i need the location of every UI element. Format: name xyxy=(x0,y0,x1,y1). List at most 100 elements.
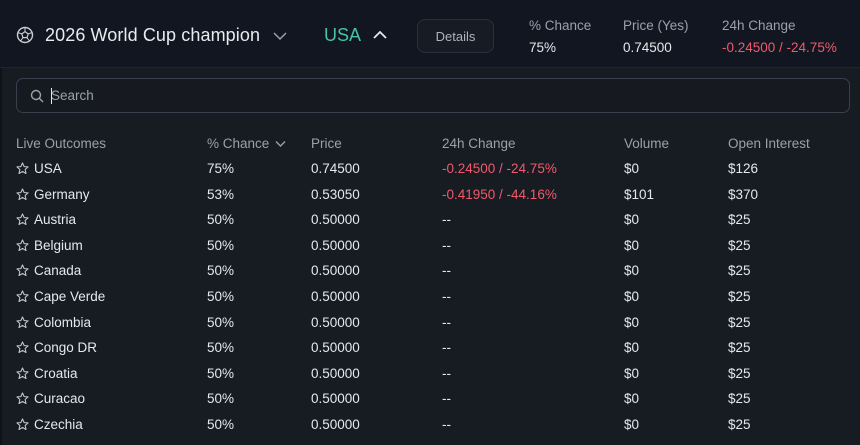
outcome-name: Belgium xyxy=(34,237,83,253)
star-icon[interactable] xyxy=(16,162,29,175)
outcome-price: 0.53050 xyxy=(311,186,360,202)
selected-outcome[interactable]: USA xyxy=(324,25,361,46)
stat-price: Price (Yes) 0.74500 xyxy=(623,18,689,55)
outcome-open-interest: $370 xyxy=(728,186,759,202)
star-icon[interactable] xyxy=(16,213,29,226)
star-icon[interactable] xyxy=(16,418,29,431)
column-header-chance[interactable]: % Chance xyxy=(207,136,286,151)
table-row[interactable]: Canada 50% 0.50000 -- $0 $25 xyxy=(0,259,860,285)
outcome-chance: 50% xyxy=(207,417,235,432)
column-header-volume: Volume xyxy=(624,136,670,151)
outcome-chance: 50% xyxy=(207,289,235,304)
outcome-price: 0.50000 xyxy=(311,340,360,356)
outcome-chance: 50% xyxy=(207,237,235,253)
outcome-volume: $0 xyxy=(624,365,640,381)
star-icon[interactable] xyxy=(16,367,29,380)
table-row[interactable]: Curacao 50% 0.50000 -- $0 $25 xyxy=(0,387,860,413)
outcome-price: 0.50000 xyxy=(311,289,360,304)
search-box[interactable] xyxy=(16,78,850,113)
outcome-name: Colombia xyxy=(34,314,92,330)
outcome-name: Austria xyxy=(34,212,77,228)
outcome-volume: $0 xyxy=(624,212,640,228)
outcome-volume: $101 xyxy=(624,186,655,202)
outcome-open-interest: $25 xyxy=(728,340,751,356)
outcome-open-interest: $25 xyxy=(728,365,751,381)
star-icon[interactable] xyxy=(16,264,29,277)
outcome-volume: $0 xyxy=(624,263,640,279)
outcome-24h-change: -- xyxy=(442,314,451,330)
outcome-24h-change: -0.24500 / -24.75% xyxy=(442,161,557,176)
star-icon[interactable] xyxy=(16,290,29,303)
outcome-volume: $0 xyxy=(624,340,640,356)
table-row[interactable]: Germany 53% 0.53050 -0.41950 / -44.16% $101 $… xyxy=(0,183,860,209)
stat-chance-value: 75% xyxy=(529,40,557,55)
outcome-price: 0.50000 xyxy=(311,263,360,279)
stat-chance: % Chance 75% xyxy=(529,18,591,55)
outcome-open-interest: $25 xyxy=(728,263,751,279)
outcome-volume: $0 xyxy=(624,289,640,304)
outcome-price: 0.74500 xyxy=(311,161,360,176)
outcome-24h-change: -0.41950 / -44.16% xyxy=(442,186,557,202)
outcome-price: 0.50000 xyxy=(311,237,360,253)
outcome-price: 0.50000 xyxy=(311,417,360,432)
outcome-chance: 50% xyxy=(207,212,235,228)
outcome-chance: 50% xyxy=(207,314,235,330)
star-icon[interactable] xyxy=(16,341,29,354)
outcome-volume: $0 xyxy=(624,161,640,176)
outcome-24h-change: -- xyxy=(442,212,451,228)
outcome-price: 0.50000 xyxy=(311,365,360,381)
details-button[interactable]: Details xyxy=(417,19,494,53)
outcome-dropdown-chevron-up-icon[interactable] xyxy=(372,28,388,42)
outcome-open-interest: $126 xyxy=(728,161,759,176)
outcome-chance: 50% xyxy=(207,365,235,381)
outcome-chance: 75% xyxy=(207,161,235,176)
outcome-price: 0.50000 xyxy=(311,391,360,407)
table-row[interactable]: USA 75% 0.74500 -0.24500 / -24.75% $0 $126 xyxy=(0,157,860,183)
star-icon[interactable] xyxy=(16,316,29,329)
text-cursor xyxy=(51,88,52,104)
outcome-price: 0.50000 xyxy=(311,212,360,228)
stat-24h-change-label: 24h Change xyxy=(722,18,796,33)
market-header: 2026 World Cup champion USA Details % Ch… xyxy=(0,0,860,68)
stat-price-label: Price (Yes) xyxy=(623,18,689,33)
outcome-24h-change: -- xyxy=(442,417,451,432)
table-row[interactable]: Czechia 50% 0.50000 -- $0 $25 xyxy=(0,413,860,439)
chevron-down-icon xyxy=(275,140,286,147)
table-row[interactable]: Colombia 50% 0.50000 -- $0 $25 xyxy=(0,311,860,337)
outcome-name: USA xyxy=(34,161,62,176)
outcome-open-interest: $25 xyxy=(728,417,751,432)
column-header-chance-label: % Chance xyxy=(207,136,270,151)
outcome-volume: $0 xyxy=(624,237,640,253)
outcome-24h-change: -- xyxy=(442,237,451,253)
outcome-chance: 50% xyxy=(207,263,235,279)
outcome-volume: $0 xyxy=(624,391,640,407)
search-input[interactable] xyxy=(51,79,831,112)
outcome-24h-change: -- xyxy=(442,365,451,381)
table-row[interactable]: Austria 50% 0.50000 -- $0 $25 xyxy=(0,208,860,234)
outcome-open-interest: $25 xyxy=(728,391,751,407)
market-title: 2026 World Cup champion xyxy=(45,25,261,45)
search-icon xyxy=(30,89,44,103)
outcome-name: Czechia xyxy=(34,417,83,432)
column-header-open-interest: Open Interest xyxy=(728,136,810,151)
outcome-name: Canada xyxy=(34,263,82,279)
star-icon[interactable] xyxy=(16,239,29,252)
outcome-open-interest: $25 xyxy=(728,237,751,253)
outcome-name: Curacao xyxy=(34,391,86,407)
outcome-price: 0.50000 xyxy=(311,314,360,330)
star-icon[interactable] xyxy=(16,188,29,201)
table-row[interactable]: Cape Verde 50% 0.50000 -- $0 $25 xyxy=(0,285,860,311)
market-dropdown-chevron-down-icon[interactable] xyxy=(272,29,288,43)
outcome-24h-change: -- xyxy=(442,340,451,356)
outcome-chance: 50% xyxy=(207,391,235,407)
stat-price-value: 0.74500 xyxy=(623,40,672,55)
table-row[interactable]: Croatia 50% 0.50000 -- $0 $25 xyxy=(0,362,860,388)
outcome-name: Croatia xyxy=(34,365,78,381)
stat-24h-change: 24h Change -0.24500 / -24.75% xyxy=(722,18,837,55)
star-icon[interactable] xyxy=(16,392,29,405)
outcome-open-interest: $25 xyxy=(728,212,751,228)
outcome-24h-change: -- xyxy=(442,263,451,279)
outcome-open-interest: $25 xyxy=(728,289,751,304)
table-row[interactable]: Belgium 50% 0.50000 -- $0 $25 xyxy=(0,234,860,260)
table-row[interactable]: Congo DR 50% 0.50000 -- $0 $25 xyxy=(0,336,860,362)
